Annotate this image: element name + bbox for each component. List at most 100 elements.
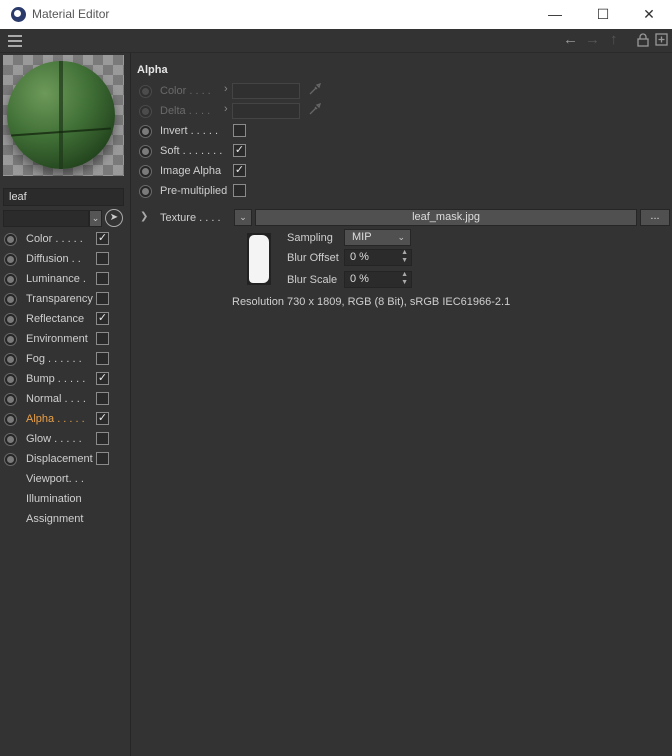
premultiplied-label: Pre-multiplied: [160, 185, 228, 197]
delta-label: Delta . . . .: [160, 105, 211, 117]
channel-item[interactable]: Alpha . . . . . ✓: [0, 409, 131, 429]
close-button[interactable]: ✕: [626, 0, 672, 29]
channel-checkbox[interactable]: [96, 352, 109, 365]
premultiplied-checkbox[interactable]: [233, 184, 246, 197]
blur-offset-field[interactable]: 0 % ▲ ▼: [344, 249, 412, 266]
channel-item[interactable]: Reflectance ✓: [0, 309, 131, 329]
channel-checkbox[interactable]: ✓: [96, 232, 109, 245]
animation-radio[interactable]: [4, 273, 17, 286]
maximize-button[interactable]: ☐: [580, 0, 626, 29]
lock-icon[interactable]: [637, 33, 649, 51]
animation-radio[interactable]: [4, 253, 17, 266]
color-label: Color . . . .: [160, 85, 211, 97]
channel-item[interactable]: Diffusion . .: [0, 249, 131, 269]
channel-item[interactable]: Displacement: [0, 449, 131, 469]
texture-file-button[interactable]: leaf_mask.jpg: [255, 209, 637, 226]
channel-checkbox[interactable]: ✓: [96, 372, 109, 385]
channel-label: Reflectance: [26, 313, 85, 325]
chevron-down-icon[interactable]: ⌄: [89, 210, 102, 227]
channel-label: Alpha . . . . .: [26, 413, 85, 425]
channel-item[interactable]: Color . . . . . ✓: [0, 229, 131, 249]
chevron-right-icon[interactable]: ›: [224, 83, 228, 95]
spinner-icon[interactable]: ▲ ▼: [401, 271, 408, 287]
eyedropper-icon[interactable]: [308, 102, 322, 119]
channel-checkbox[interactable]: ✓: [96, 312, 109, 325]
animation-radio[interactable]: [139, 165, 152, 178]
channel-item[interactable]: Luminance .: [0, 269, 131, 289]
browse-button[interactable]: ...: [640, 209, 670, 226]
channel-checkbox[interactable]: [96, 252, 109, 265]
new-window-icon[interactable]: [655, 33, 668, 50]
animation-radio[interactable]: [4, 413, 17, 426]
animation-radio[interactable]: [4, 453, 17, 466]
sampling-dropdown[interactable]: MIP ⌄: [344, 229, 411, 246]
channel-item[interactable]: Assignment: [0, 509, 131, 529]
channel-item[interactable]: Fog . . . . . .: [0, 349, 131, 369]
hamburger-menu-icon[interactable]: [8, 35, 22, 47]
channel-checkbox[interactable]: [96, 432, 109, 445]
delta-swatch[interactable]: [232, 103, 300, 119]
channel-checkbox[interactable]: [96, 292, 109, 305]
channel-label: Assignment: [26, 513, 84, 525]
channel-label: Fog . . . . . .: [26, 353, 82, 365]
channel-item[interactable]: Transparency: [0, 289, 131, 309]
channel-label: Environment: [26, 333, 88, 345]
animation-radio[interactable]: [4, 373, 17, 386]
channel-item[interactable]: Environment: [0, 329, 131, 349]
animation-radio[interactable]: [4, 233, 17, 246]
channel-item[interactable]: Viewport. . .: [0, 469, 131, 489]
window-title: Material Editor: [32, 7, 110, 21]
pick-cursor-icon[interactable]: ➤: [105, 209, 123, 227]
alpha-settings-panel: Alpha Color . . . . › Delta . . . . › In…: [131, 53, 672, 756]
expand-arrow-icon[interactable]: ❯: [140, 211, 148, 222]
animation-radio[interactable]: [4, 353, 17, 366]
channel-checkbox[interactable]: [96, 272, 109, 285]
channel-checkbox[interactable]: [96, 452, 109, 465]
premultiplied-row: Pre-multiplied: [131, 181, 672, 201]
animation-radio[interactable]: [139, 105, 152, 118]
app-logo-icon: [11, 7, 26, 22]
blur-scale-field[interactable]: 0 % ▲ ▼: [344, 271, 412, 288]
image-alpha-checkbox[interactable]: ✓: [233, 164, 246, 177]
color-swatch[interactable]: [232, 83, 300, 99]
channel-item[interactable]: Bump . . . . . ✓: [0, 369, 131, 389]
minimize-button[interactable]: —: [532, 0, 578, 29]
animation-radio[interactable]: [4, 313, 17, 326]
channel-checkbox[interactable]: [96, 392, 109, 405]
forward-arrow-icon[interactable]: →: [585, 32, 600, 48]
channel-item[interactable]: Glow . . . . .: [0, 429, 131, 449]
animation-radio[interactable]: [4, 293, 17, 306]
channel-item[interactable]: Normal . . . .: [0, 389, 131, 409]
chevron-right-icon[interactable]: ›: [224, 103, 228, 115]
soft-checkbox[interactable]: ✓: [233, 144, 246, 157]
alpha-color-row: Color . . . . ›: [131, 81, 672, 101]
material-preview[interactable]: [3, 55, 124, 176]
invert-checkbox[interactable]: [233, 124, 246, 137]
chevron-down-icon: ⌄: [397, 232, 405, 242]
channel-label: Diffusion . .: [26, 253, 81, 265]
channel-label: Transparency: [26, 293, 93, 305]
animation-radio[interactable]: [4, 433, 17, 446]
material-name-field[interactable]: leaf: [3, 188, 124, 206]
back-arrow-icon[interactable]: ←: [563, 32, 578, 48]
channel-checkbox[interactable]: [96, 332, 109, 345]
animation-radio[interactable]: [139, 145, 152, 158]
animation-radio[interactable]: [4, 393, 17, 406]
texture-label: Texture . . . .: [160, 212, 221, 224]
animation-radio[interactable]: [139, 185, 152, 198]
channel-item[interactable]: Illumination: [0, 489, 131, 509]
channel-checkbox[interactable]: ✓: [96, 412, 109, 425]
blur-offset-label: Blur Offset: [287, 252, 339, 264]
animation-radio[interactable]: [139, 85, 152, 98]
layer-dropdown[interactable]: [3, 210, 89, 227]
spinner-icon[interactable]: ▲ ▼: [401, 249, 408, 265]
animation-radio[interactable]: [4, 333, 17, 346]
channel-label: Color . . . . .: [26, 233, 83, 245]
sampling-value: MIP: [352, 231, 372, 243]
texture-menu-button[interactable]: ⌄: [234, 209, 252, 226]
channel-label: Illumination: [26, 493, 82, 505]
texture-thumbnail[interactable]: [247, 233, 271, 285]
eyedropper-icon[interactable]: [308, 82, 322, 99]
up-arrow-icon[interactable]: ↑: [610, 32, 618, 48]
animation-radio[interactable]: [139, 125, 152, 138]
